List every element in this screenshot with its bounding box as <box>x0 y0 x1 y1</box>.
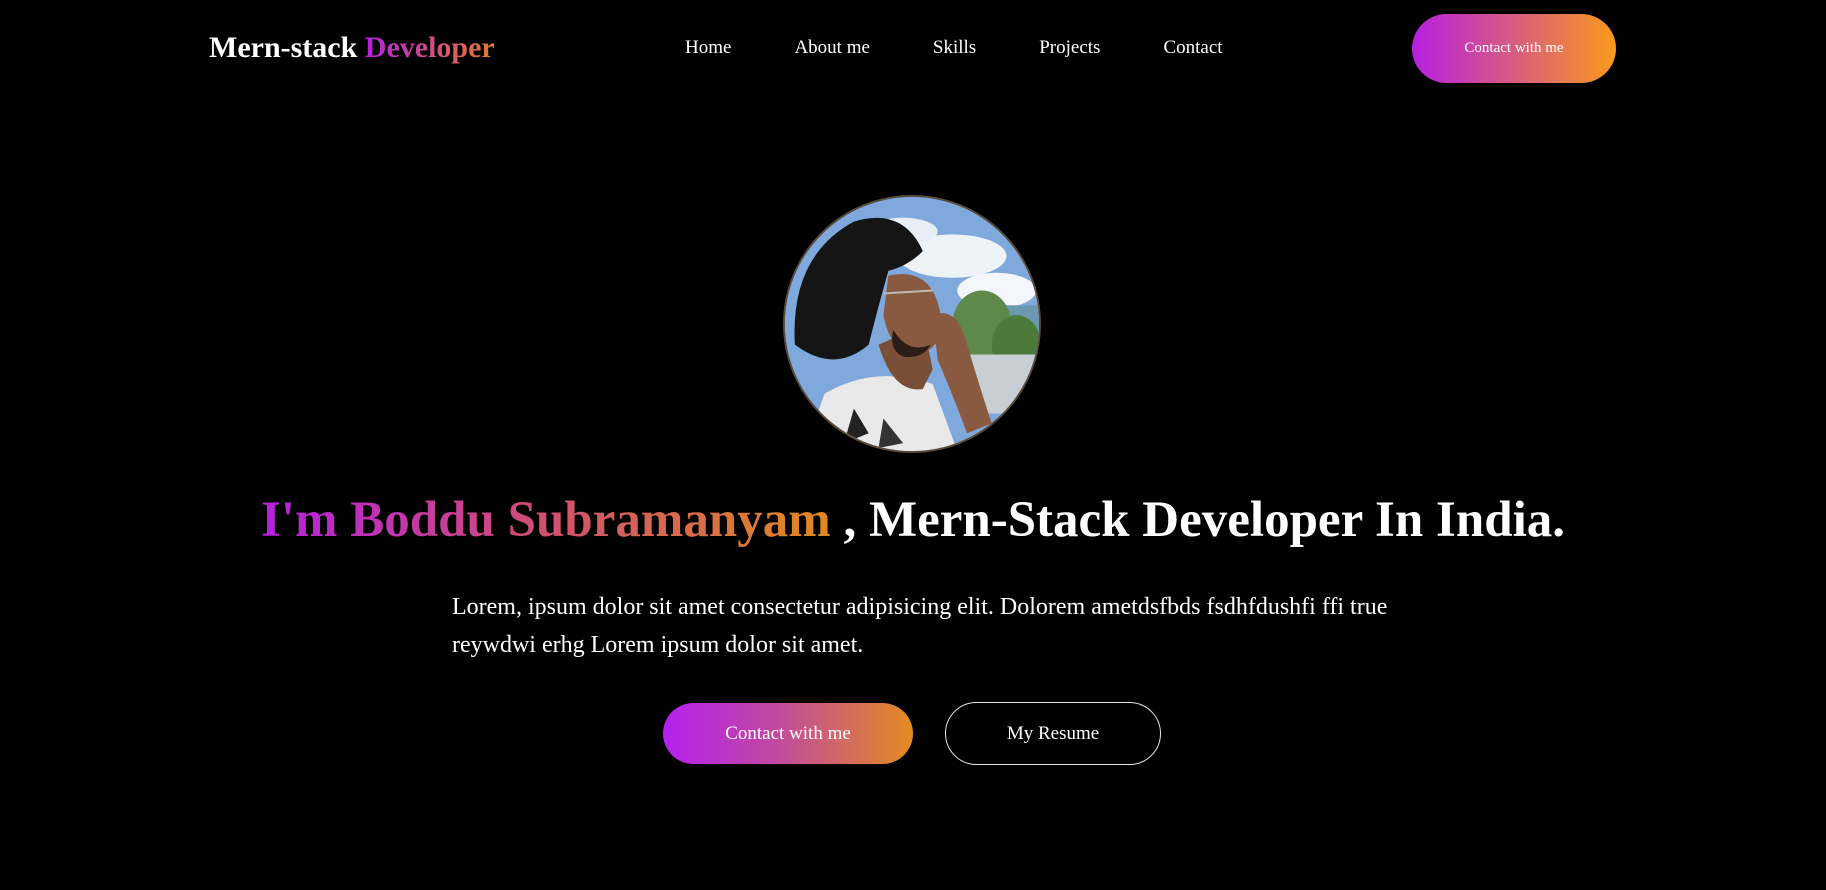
logo-main-text: Mern-stack <box>209 31 358 64</box>
profile-avatar <box>783 195 1041 453</box>
nav-contact-button[interactable]: Contact with me <box>1412 14 1616 83</box>
hero-description: Lorem, ipsum dolor sit amet consectetur … <box>452 594 1388 658</box>
nav-link-home[interactable]: Home <box>685 36 731 60</box>
top-nav: Mern-stack Developer Home About me Skill… <box>0 0 1826 96</box>
nav-link-skills[interactable]: Skills <box>933 36 976 60</box>
resume-button[interactable]: My Resume <box>945 702 1161 765</box>
logo-accent-text: Developer <box>364 31 495 64</box>
hero-title: , Mern-Stack Developer In India. <box>830 492 1565 548</box>
nav-links: Home About me Skills Projects Contact <box>685 36 1223 60</box>
nav-link-projects[interactable]: Projects <box>1039 36 1100 60</box>
profile-photo-icon <box>785 197 1039 451</box>
contact-button[interactable]: Contact with me <box>663 703 913 764</box>
nav-link-contact[interactable]: Contact <box>1163 36 1222 60</box>
hero-headline: I'm Boddu Subramanyam , Mern-Stack Devel… <box>0 488 1826 552</box>
hero-name: I'm Boddu Subramanyam <box>261 492 831 548</box>
site-logo[interactable]: Mern-stack Developer <box>209 28 495 68</box>
nav-link-about[interactable]: About me <box>794 36 869 60</box>
